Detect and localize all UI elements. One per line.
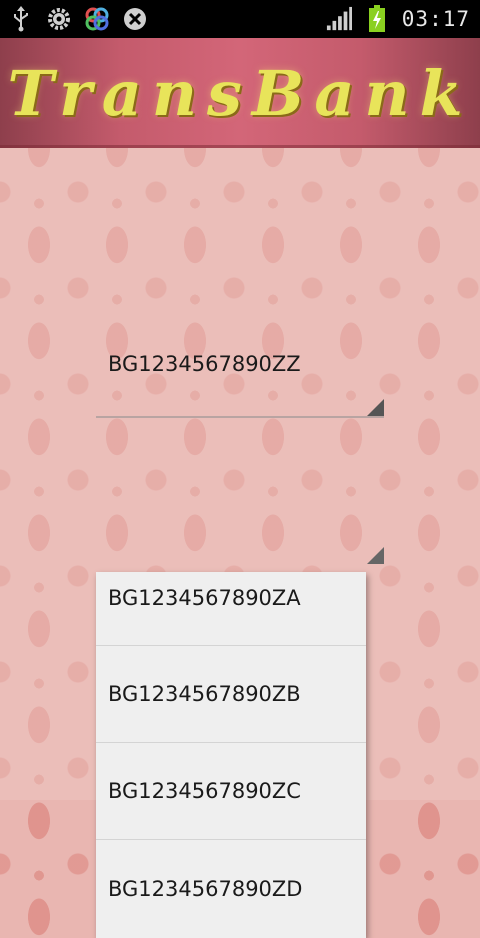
gear-icon <box>46 6 72 32</box>
app-icon <box>84 6 110 32</box>
app-logo: TransBank <box>7 56 473 130</box>
account-dropdown-list: BG1234567890ZA BG1234567890ZB BG12345678… <box>96 572 366 938</box>
dropdown-item-za[interactable]: BG1234567890ZA <box>96 572 366 646</box>
dropdown-item-zd[interactable]: BG1234567890ZD <box>96 840 366 937</box>
spinner-selected-value: BG1234567890ZZ <box>108 352 301 376</box>
second-spinner-arrow-icon[interactable] <box>367 547 384 564</box>
battery-charging-icon <box>364 5 390 32</box>
dropdown-item-zb[interactable]: BG1234567890ZB <box>96 646 366 743</box>
signal-icon <box>326 6 352 32</box>
close-icon <box>122 6 148 32</box>
status-clock: 03:17 <box>401 7 470 31</box>
account-spinner[interactable]: BG1234567890ZZ <box>96 342 384 418</box>
dropdown-item-zc[interactable]: BG1234567890ZC <box>96 743 366 840</box>
usb-icon <box>8 6 34 32</box>
main-content: BG1234567890ZZ BG1234567890ZA BG12345678… <box>0 148 480 938</box>
spinner-arrow-icon <box>367 399 384 416</box>
app-header: TransBank <box>0 38 480 148</box>
status-bar: 03:17 <box>0 0 480 38</box>
system-icons: 03:17 <box>326 5 470 32</box>
notification-icons <box>8 6 148 32</box>
